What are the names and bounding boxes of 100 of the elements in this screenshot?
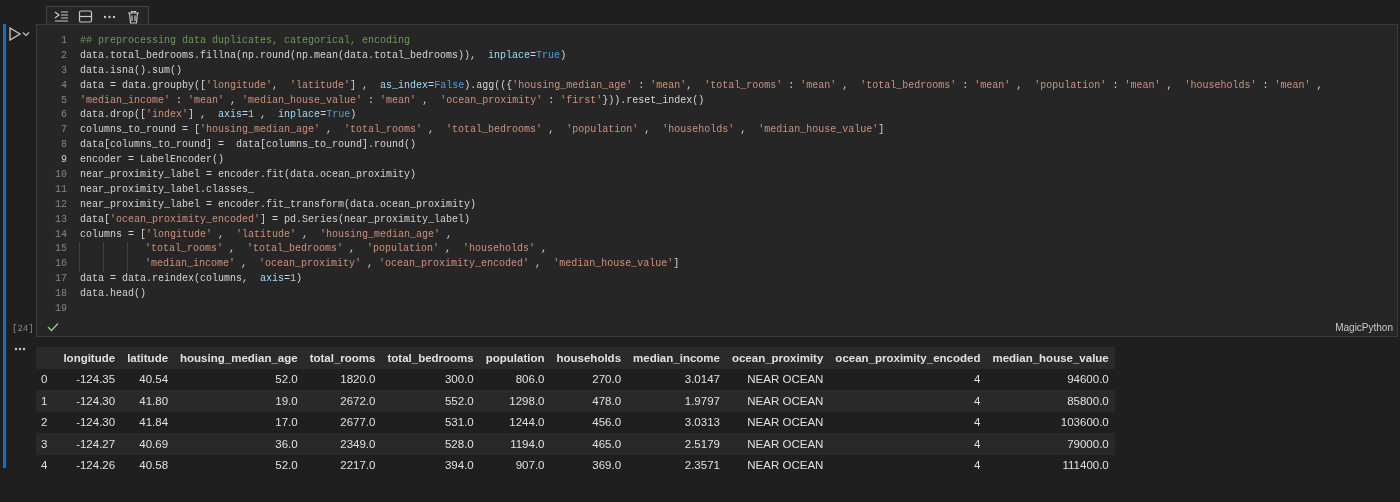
line-number: 4 (60, 78, 67, 93)
column-header: total_rooms (303, 347, 382, 369)
line-number: 19 (54, 302, 67, 317)
code-line: near_proximity_label = encoder.fit_transform(data.ocean_proximity) (80, 197, 477, 212)
table-cell: 40.54 (121, 368, 175, 390)
line-number: 16 (54, 257, 67, 272)
split-icon (78, 10, 93, 24)
table-cell: 4 (829, 390, 987, 412)
table-cell: 19.0 (174, 390, 304, 412)
table-cell: 36.0 (174, 433, 304, 455)
table-cell: 85800.0 (986, 390, 1115, 412)
language-label[interactable]: MagicPython (1335, 322, 1393, 333)
code-line: ## preprocessing data duplicates, categorical, encoding (80, 34, 411, 48)
table-cell: -124.26 (57, 454, 122, 476)
execution-count: [24] (12, 324, 34, 334)
table-cell: 1298.0 (479, 390, 551, 412)
line-number: 3 (60, 63, 67, 78)
code-line: data['ocean_proximity_encoded'] = pd.Series(near_proximity_label) (80, 212, 471, 227)
line-number: 18 (54, 287, 67, 302)
table-cell: 270.0 (550, 368, 628, 390)
table-cell: -124.30 (57, 390, 122, 412)
table-cell: -124.30 (57, 411, 122, 433)
code-line: data.drop(['index'] , axis=1 , inplace=True) (80, 108, 357, 123)
code-line: data[columns_to_round] = data[columns_to_round].round() (80, 138, 417, 153)
code-line: data = data.reindex(columns, axis=1) (80, 272, 303, 287)
code-line: columns = ['longitude' , 'latitude' , 'housing_median_age' , (80, 227, 453, 242)
line-number: 14 (54, 227, 67, 242)
table-cell: 369.0 (550, 454, 628, 476)
table-cell: 1.9797 (627, 390, 726, 412)
table-cell: 2.5179 (627, 433, 726, 455)
code-editor[interactable] (36, 24, 1398, 337)
table-cell: 40.69 (121, 433, 175, 455)
table-cell: 4 (829, 433, 987, 455)
code-line: 'median_income' , 'ocean_proximity' , 'ocean_proximity_encoded' , 'median_house_value'] (145, 257, 680, 272)
table-cell: 1820.0 (303, 368, 382, 390)
code-line: near_proximity_label = encoder.fit(data.ocean_proximity) (80, 168, 417, 182)
column-header: ocean_proximity (725, 347, 830, 369)
output-more-button[interactable] (14, 345, 26, 353)
line-number: 2 (60, 48, 67, 63)
code-line: data = data.groupby(['longitude', 'latitude'] , as_index=False).agg(({'housing_median_age' : 'mean', 'total_rooms' : 'mean' , 'total_bedrooms' : 'mean' , 'population' : 'mean' , 'households' : 'mean' , (80, 78, 1323, 93)
table-cell: 4 (829, 411, 987, 433)
code-line: data.total_bedrooms.fillna(np.round(np.mean(data.total_bedrooms)), inplace=True) (80, 48, 567, 63)
table-cell: 52.0 (174, 454, 304, 476)
table-cell: 17.0 (174, 411, 304, 433)
column-header: longitude (57, 347, 122, 369)
line-number: 17 (54, 272, 67, 287)
table-cell: 3.0147 (627, 368, 726, 390)
column-header: population (479, 347, 551, 369)
line-number: 13 (54, 212, 67, 227)
table-cell: 52.0 (174, 368, 304, 390)
code-line: near_proximity_label.classes_ (80, 182, 255, 197)
column-header: total_bedrooms (381, 347, 480, 369)
line-number: 7 (60, 123, 67, 138)
table-cell: 4 (829, 454, 987, 476)
table-cell: 4 (829, 368, 987, 390)
table-cell: -124.27 (57, 433, 122, 455)
column-header: median_income (627, 347, 726, 369)
table-cell: 2672.0 (303, 390, 382, 412)
table-cell: 40.58 (121, 454, 175, 476)
table-cell: 806.0 (479, 368, 551, 390)
table-cell: -124.35 (57, 368, 122, 390)
table-cell: NEAR OCEAN (725, 411, 830, 433)
table-cell: 456.0 (550, 411, 628, 433)
column-header: median_house_value (986, 347, 1115, 369)
code-line: columns_to_round = ['housing_median_age' , 'total_rooms' , 'total_bedrooms' , 'population' , 'households' , 'median_house_value'] (80, 123, 885, 138)
table-cell: 300.0 (381, 368, 480, 390)
table-cell: 531.0 (381, 411, 480, 433)
table-cell: 907.0 (479, 454, 551, 476)
table-cell: 2217.0 (303, 454, 382, 476)
table-cell: 1194.0 (479, 433, 551, 455)
row-index: 2 (36, 411, 58, 433)
line-number: 1 (60, 34, 67, 48)
code-line: encoder = LabelEncoder() (80, 153, 225, 168)
line-number: 11 (54, 182, 67, 197)
table-cell: 465.0 (550, 433, 628, 455)
column-header: households (550, 347, 628, 369)
table-cell: 2.3571 (627, 454, 726, 476)
code-line: data.head() (80, 287, 146, 302)
table-cell: NEAR OCEAN (725, 454, 830, 476)
table-cell: 41.84 (121, 411, 175, 433)
play-icon (8, 27, 30, 41)
line-number: 9 (60, 153, 67, 168)
column-header: housing_median_age (174, 347, 304, 369)
line-number: 10 (54, 168, 67, 182)
line-number: 12 (54, 197, 67, 212)
table-cell: NEAR OCEAN (725, 390, 830, 412)
table-cell: NEAR OCEAN (725, 433, 830, 455)
table-cell: 2677.0 (303, 411, 382, 433)
line-number: 15 (54, 242, 67, 257)
row-index: 3 (36, 433, 58, 455)
table-cell: 111400.0 (986, 454, 1115, 476)
table-cell: 41.80 (121, 390, 175, 412)
row-index: 1 (36, 390, 58, 412)
table-cell: 394.0 (381, 454, 480, 476)
run-button[interactable] (8, 26, 30, 42)
row-index: 4 (36, 454, 58, 476)
more-icon (14, 347, 26, 351)
line-number: 6 (60, 108, 67, 123)
table-cell: 528.0 (381, 433, 480, 455)
table-cell: 103600.0 (986, 411, 1115, 433)
